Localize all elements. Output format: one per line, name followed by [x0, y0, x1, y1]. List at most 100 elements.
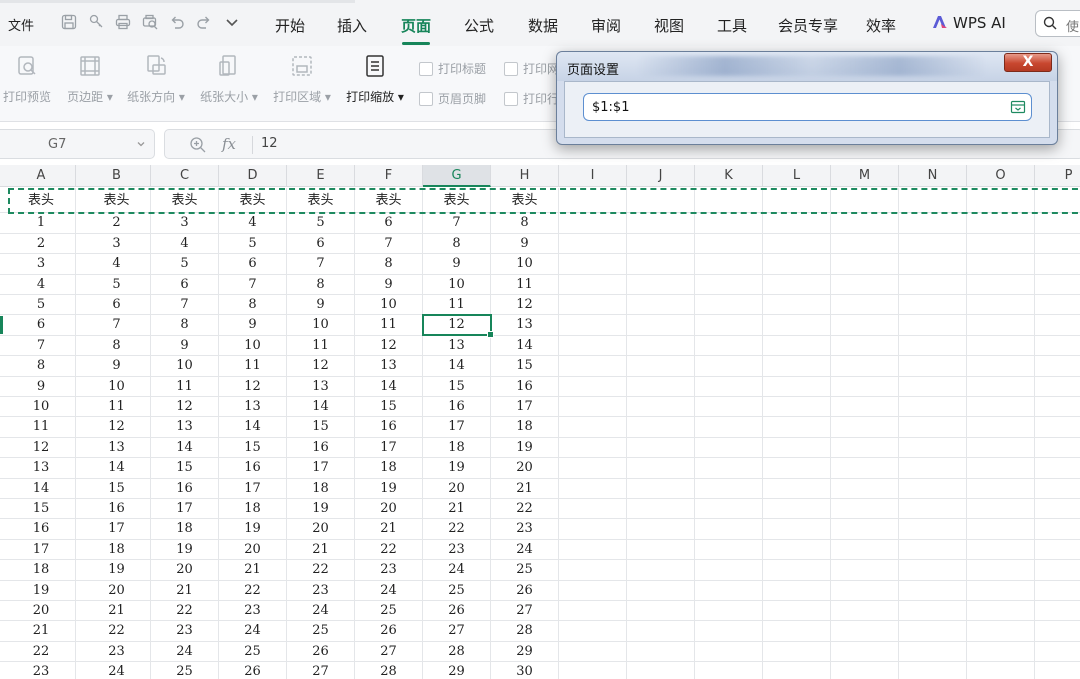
- cell-g10[interactable]: 15: [423, 376, 491, 397]
- cell-l16[interactable]: [763, 499, 831, 519]
- cell-a14[interactable]: 13: [7, 458, 76, 479]
- cell-f2[interactable]: 6: [355, 213, 423, 234]
- cell-k18[interactable]: [695, 539, 763, 560]
- cell-m9[interactable]: [831, 356, 899, 377]
- cell-a21[interactable]: 20: [7, 601, 76, 621]
- cell-f8[interactable]: 12: [355, 335, 423, 356]
- cell-m1[interactable]: [831, 188, 899, 213]
- undo-icon[interactable]: [168, 13, 186, 31]
- cell-h13[interactable]: 19: [491, 437, 559, 458]
- cell-c5[interactable]: 6: [151, 274, 219, 295]
- cell-l10[interactable]: [763, 376, 831, 397]
- cell-o5[interactable]: [967, 274, 1035, 295]
- cell-e4[interactable]: 7: [287, 254, 355, 275]
- cell-a23[interactable]: 22: [7, 641, 76, 662]
- column-header-d[interactable]: D: [219, 165, 287, 187]
- cell-n16[interactable]: [899, 499, 967, 519]
- cell-p4[interactable]: [1035, 254, 1080, 274]
- cell-i5[interactable]: [559, 274, 627, 295]
- cell-i21[interactable]: [559, 601, 627, 621]
- cell-g4[interactable]: 9: [423, 254, 491, 275]
- cell-l5[interactable]: [763, 274, 831, 295]
- cell-g14[interactable]: 19: [423, 458, 491, 479]
- cell-k9[interactable]: [695, 356, 763, 377]
- cell-m14[interactable]: [831, 458, 899, 479]
- header-footer-button[interactable]: 页眉页脚: [419, 90, 486, 107]
- cell-h22[interactable]: 28: [491, 621, 559, 642]
- cell-o11[interactable]: [967, 397, 1035, 417]
- cell-h9[interactable]: 15: [491, 356, 559, 377]
- cell-d3[interactable]: 5: [219, 233, 287, 254]
- cell-p3[interactable]: [1035, 234, 1080, 254]
- cell-a20[interactable]: 19: [7, 580, 76, 601]
- cell-b3[interactable]: 3: [83, 233, 151, 254]
- cell-o8[interactable]: [967, 335, 1035, 356]
- cell-o1[interactable]: [967, 188, 1035, 213]
- cell-n18[interactable]: [899, 539, 967, 560]
- cell-h19[interactable]: 25: [491, 560, 559, 581]
- cell-j10[interactable]: [627, 376, 695, 397]
- cell-d18[interactable]: 20: [219, 539, 287, 560]
- cell-h24[interactable]: 30: [491, 662, 559, 679]
- cell-b23[interactable]: 23: [83, 641, 151, 662]
- cell-p15[interactable]: [1035, 479, 1080, 499]
- cell-k4[interactable]: [695, 254, 763, 275]
- paper-size-button[interactable]: 纸张大小 ▾: [197, 54, 261, 105]
- cell-o23[interactable]: [967, 641, 1035, 662]
- cell-k12[interactable]: [695, 417, 763, 438]
- cell-e19[interactable]: 22: [287, 560, 355, 581]
- cell-m8[interactable]: [831, 335, 899, 356]
- cell-n13[interactable]: [899, 437, 967, 458]
- cell-g1[interactable]: 表头: [423, 188, 491, 213]
- cell-d1[interactable]: 表头: [219, 188, 287, 213]
- cell-c21[interactable]: 22: [151, 601, 219, 621]
- cell-n9[interactable]: [899, 356, 967, 377]
- cell-h14[interactable]: 20: [491, 458, 559, 479]
- cell-b9[interactable]: 9: [83, 356, 151, 377]
- cell-d16[interactable]: 18: [219, 499, 287, 519]
- cell-p18[interactable]: [1035, 540, 1080, 560]
- margins-button[interactable]: 页边距 ▾: [62, 54, 118, 105]
- cell-g7[interactable]: 12: [423, 315, 491, 336]
- cell-n19[interactable]: [899, 560, 967, 581]
- cell-o4[interactable]: [967, 254, 1035, 275]
- cell-c11[interactable]: 12: [151, 397, 219, 417]
- cell-e13[interactable]: 16: [287, 437, 355, 458]
- cell-b6[interactable]: 6: [83, 295, 151, 315]
- cell-l3[interactable]: [763, 233, 831, 254]
- cell-f23[interactable]: 27: [355, 641, 423, 662]
- cell-n12[interactable]: [899, 417, 967, 438]
- cell-c19[interactable]: 20: [151, 560, 219, 581]
- cell-n14[interactable]: [899, 458, 967, 479]
- cell-l23[interactable]: [763, 641, 831, 662]
- cell-o18[interactable]: [967, 539, 1035, 560]
- cell-c3[interactable]: 4: [151, 233, 219, 254]
- cell-k6[interactable]: [695, 295, 763, 315]
- cell-m16[interactable]: [831, 499, 899, 519]
- orientation-button[interactable]: 纸张方向 ▾: [124, 54, 188, 105]
- save-as-icon[interactable]: [87, 13, 105, 31]
- cell-k1[interactable]: [695, 188, 763, 213]
- cell-l14[interactable]: [763, 458, 831, 479]
- tab-view[interactable]: 视图: [654, 15, 684, 36]
- tab-page[interactable]: 页面: [401, 15, 431, 45]
- cell-i16[interactable]: [559, 499, 627, 519]
- cell-k5[interactable]: [695, 274, 763, 295]
- cell-p24[interactable]: [1035, 662, 1080, 679]
- cell-m7[interactable]: [831, 315, 899, 336]
- cell-l18[interactable]: [763, 539, 831, 560]
- column-header-c[interactable]: C: [151, 165, 219, 187]
- cell-h1[interactable]: 表头: [491, 188, 559, 213]
- print-rowcol-checkbox[interactable]: 打印行: [504, 90, 559, 107]
- cell-o22[interactable]: [967, 621, 1035, 642]
- cell-o12[interactable]: [967, 417, 1035, 438]
- cell-i9[interactable]: [559, 356, 627, 377]
- cell-i2[interactable]: [559, 213, 627, 234]
- cell-h6[interactable]: 12: [491, 295, 559, 315]
- cell-n24[interactable]: [899, 662, 967, 679]
- cell-c1[interactable]: 表头: [151, 188, 219, 213]
- cell-i17[interactable]: [559, 519, 627, 540]
- cell-d14[interactable]: 16: [219, 458, 287, 479]
- cell-n17[interactable]: [899, 519, 967, 540]
- cell-b16[interactable]: 16: [83, 499, 151, 519]
